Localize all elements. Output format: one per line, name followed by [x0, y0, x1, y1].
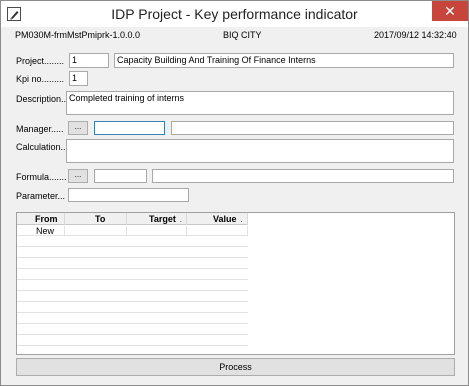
empty-row: [17, 325, 248, 335]
close-button[interactable]: ✕: [432, 1, 468, 21]
column-header-from[interactable]: From: [17, 213, 65, 225]
empty-row: [17, 281, 248, 291]
city-label: BIQ CITY: [223, 30, 262, 40]
form-id-label: PM030M-frmMstPmiprk-1.0.0.0: [15, 30, 141, 40]
app-window: IDP Project - Key performance indicator …: [0, 0, 469, 386]
calculation-field[interactable]: [66, 139, 454, 163]
window-title: IDP Project - Key performance indicator: [111, 6, 358, 22]
project-code-field[interactable]: 1: [69, 53, 109, 68]
cell-target[interactable]: [127, 226, 187, 236]
manager-name-field[interactable]: [171, 121, 454, 135]
parameter-field[interactable]: [68, 188, 189, 202]
empty-row: [17, 248, 248, 258]
cell-to[interactable]: [65, 226, 127, 236]
cell-value[interactable]: [187, 226, 248, 236]
kpi-no-field[interactable]: 1: [69, 71, 88, 86]
sort-indicator-icon: .: [240, 217, 243, 224]
column-header-to[interactable]: To: [65, 213, 127, 225]
calculation-label: Calculation..: [16, 142, 66, 152]
formula-name-field[interactable]: [152, 169, 454, 183]
empty-row: [17, 303, 248, 313]
project-label: Project........: [16, 56, 65, 66]
table-row[interactable]: New: [17, 226, 248, 236]
manager-lookup-button[interactable]: ...: [68, 121, 88, 135]
formula-lookup-button[interactable]: ...: [68, 169, 88, 183]
description-field[interactable]: Completed training of interns: [66, 91, 454, 115]
parameter-label: Parameter...: [16, 191, 66, 201]
empty-row: [17, 270, 248, 280]
column-header-target[interactable]: Target.: [127, 213, 187, 225]
manager-code-field[interactable]: [94, 121, 165, 135]
manager-label: Manager.....: [16, 124, 64, 134]
kpi-no-label: Kpi no.........: [16, 74, 65, 84]
sort-indicator-icon: .: [179, 217, 182, 224]
empty-row: [17, 259, 248, 269]
empty-row: [17, 314, 248, 324]
grid-header: From To Target. Value.: [17, 213, 248, 225]
process-button[interactable]: Process: [16, 358, 455, 376]
formula-code-field[interactable]: [94, 169, 147, 183]
datetime-label: 2017/09/12 14:32:40: [374, 30, 457, 40]
cell-from[interactable]: New: [17, 226, 65, 236]
close-icon: ✕: [444, 3, 456, 19]
empty-row: [17, 237, 248, 247]
empty-row: [17, 292, 248, 302]
description-label: Description..: [16, 94, 67, 104]
column-header-value[interactable]: Value.: [187, 213, 248, 225]
kpi-value-grid[interactable]: From To Target. Value. New: [16, 212, 455, 355]
empty-row: [17, 336, 248, 346]
form-body: PM030M-frmMstPmiprk-1.0.0.0 BIQ CITY 201…: [7, 27, 462, 379]
project-name-field[interactable]: Capacity Building And Training Of Financ…: [114, 53, 454, 68]
title-bar[interactable]: IDP Project - Key performance indicator …: [1, 1, 468, 27]
formula-label: Formula.......: [16, 172, 67, 182]
